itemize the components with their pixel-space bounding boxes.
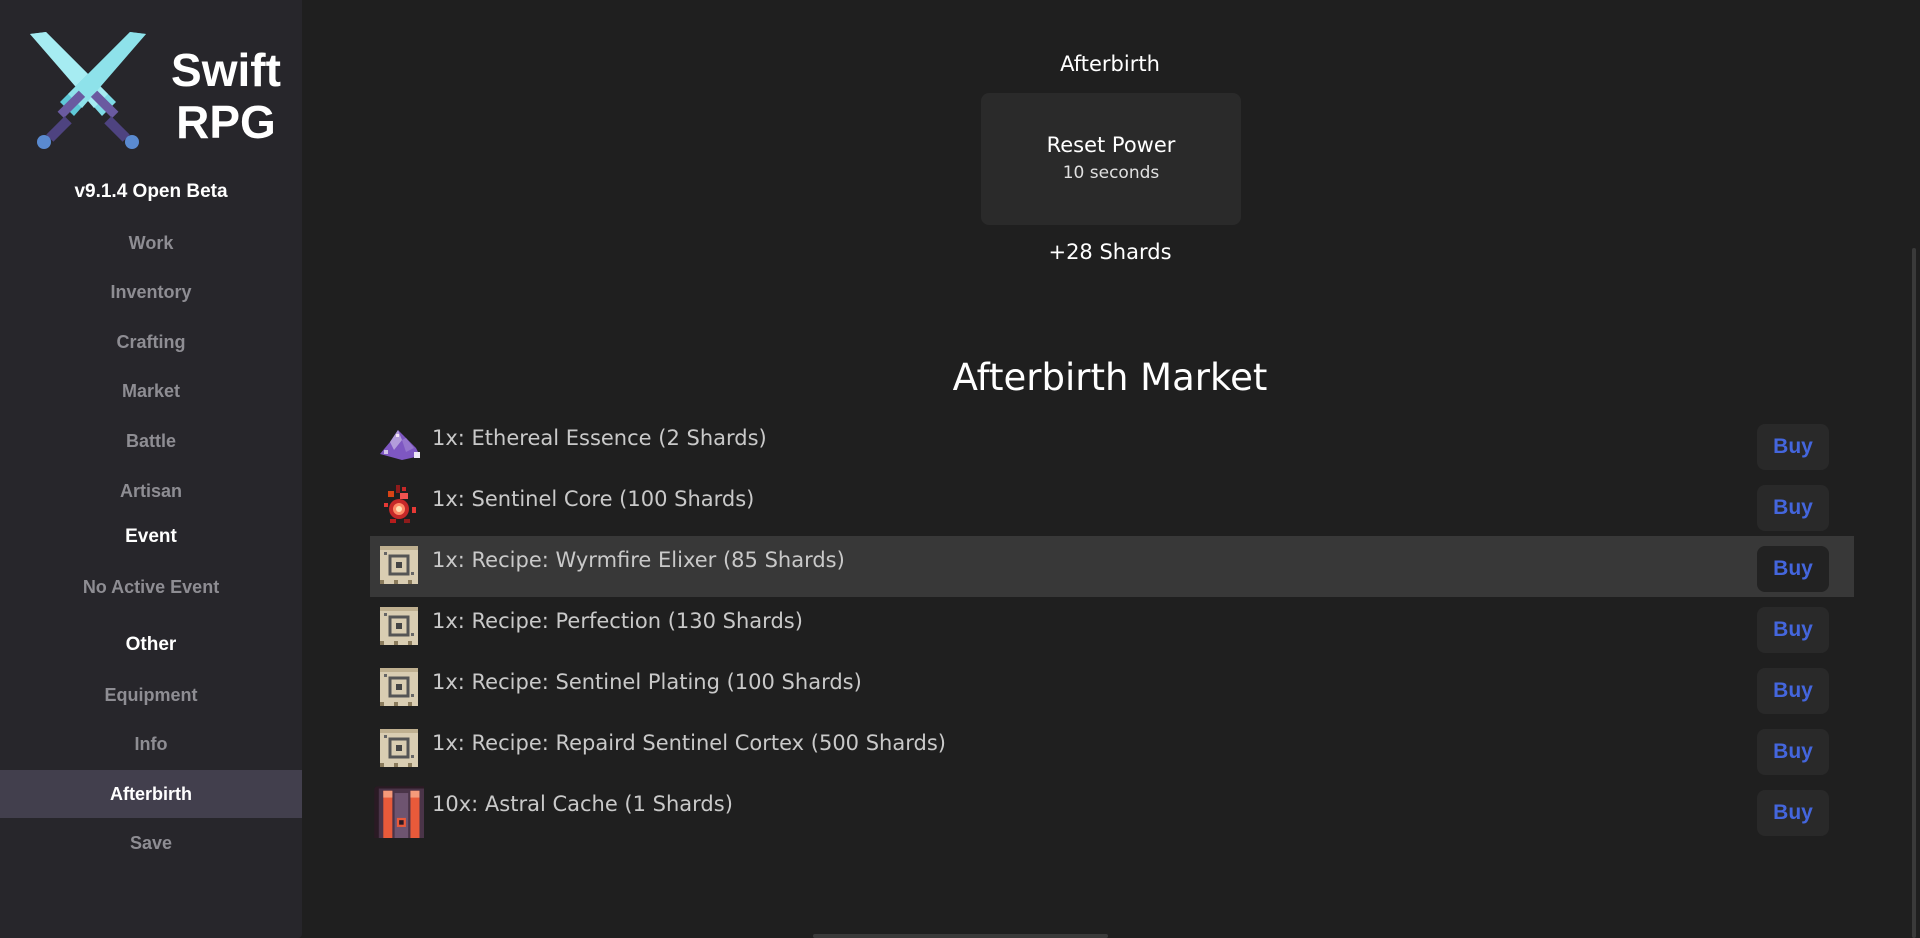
sentinel-core-icon: [384, 485, 416, 523]
sidebar-item-no-active-event[interactable]: No Active Event: [0, 563, 302, 611]
market-row: 1x: Recipe: Repaird Sentinel Cortex (500…: [370, 719, 1854, 780]
version-label: v9.1.4 Open Beta: [74, 181, 228, 202]
buy-button[interactable]: Buy: [1757, 729, 1829, 775]
market-item-text: 1x: Recipe: Repaird Sentinel Cortex (500…: [432, 731, 946, 755]
reset-power-label: Reset Power: [1046, 133, 1176, 157]
sidebar-item-artisan[interactable]: Artisan: [0, 467, 302, 515]
sidebar-heading-event: Event: [125, 526, 177, 547]
market-item-text: 10x: Astral Cache (1 Shards): [432, 792, 733, 816]
market-row: 1x: Recipe: Wyrmfire Elixer (85 Shards) …: [370, 536, 1854, 597]
market-item-text: 1x: Recipe: Perfection (130 Shards): [432, 609, 803, 633]
sidebar-item-info[interactable]: Info: [0, 720, 302, 768]
buy-button[interactable]: Buy: [1757, 546, 1829, 592]
buy-button[interactable]: Buy: [1757, 668, 1829, 714]
recipe-scroll-icon: [380, 668, 418, 706]
market-row: 10x: Astral Cache (1 Shards) Buy: [370, 780, 1854, 841]
brand-line-2: RPG: [176, 96, 276, 148]
market-item-text: 1x: Sentinel Core (100 Shards): [432, 487, 755, 511]
market-item-text: 1x: Recipe: Wyrmfire Elixer (85 Shards): [432, 548, 845, 572]
main-content: Afterbirth Reset Power 10 seconds +28 Sh…: [302, 0, 1920, 938]
reset-power-button[interactable]: Reset Power 10 seconds: [981, 93, 1241, 225]
buy-button[interactable]: Buy: [1757, 790, 1829, 836]
sidebar-item-battle[interactable]: Battle: [0, 417, 302, 465]
market-row: 1x: Ethereal Essence (2 Shards) Buy: [370, 414, 1854, 475]
ethereal-essence-icon: [380, 430, 420, 460]
market-list: 1x: Ethereal Essence (2 Shards) Buy 1x: …: [370, 414, 1854, 841]
reset-power-time: 10 seconds: [1062, 163, 1160, 183]
recipe-scroll-icon: [380, 546, 418, 584]
horizontal-scrollbar[interactable]: [813, 934, 1108, 938]
astral-cache-chest-icon: [374, 786, 424, 838]
market-row: 1x: Recipe: Perfection (130 Shards) Buy: [370, 597, 1854, 658]
buy-button[interactable]: Buy: [1757, 485, 1829, 531]
sidebar-item-save[interactable]: Save: [0, 819, 302, 867]
market-row: 1x: Recipe: Sentinel Plating (100 Shards…: [370, 658, 1854, 719]
vertical-scrollbar[interactable]: [1912, 248, 1916, 938]
recipe-scroll-icon: [380, 607, 418, 645]
buy-button[interactable]: Buy: [1757, 424, 1829, 470]
sidebar-item-crafting[interactable]: Crafting: [0, 318, 302, 366]
sidebar: Swift RPG v9.1.4 Open Beta Work Inventor…: [0, 0, 302, 938]
sidebar-item-equipment[interactable]: Equipment: [0, 671, 302, 719]
shards-gain: +28 Shards: [1048, 240, 1172, 264]
sidebar-item-inventory[interactable]: Inventory: [0, 268, 302, 316]
market-item-text: 1x: Ethereal Essence (2 Shards): [432, 426, 767, 450]
crossed-swords-icon: [30, 32, 146, 149]
market-row: 1x: Sentinel Core (100 Shards) Buy: [370, 475, 1854, 536]
market-title: Afterbirth Market: [952, 356, 1268, 399]
app: Swift RPG v9.1.4 Open Beta Work Inventor…: [0, 0, 1920, 938]
market-item-text: 1x: Recipe: Sentinel Plating (100 Shards…: [432, 670, 862, 694]
buy-button[interactable]: Buy: [1757, 607, 1829, 653]
sidebar-item-afterbirth[interactable]: Afterbirth: [0, 770, 302, 818]
brand-line-1: Swift: [171, 44, 281, 96]
recipe-scroll-icon: [380, 729, 418, 767]
sidebar-item-market[interactable]: Market: [0, 367, 302, 415]
afterbirth-title: Afterbirth: [1060, 52, 1160, 76]
sidebar-heading-other: Other: [125, 634, 177, 655]
brand-name: Swift RPG: [160, 44, 292, 148]
sidebar-item-work[interactable]: Work: [0, 219, 302, 267]
